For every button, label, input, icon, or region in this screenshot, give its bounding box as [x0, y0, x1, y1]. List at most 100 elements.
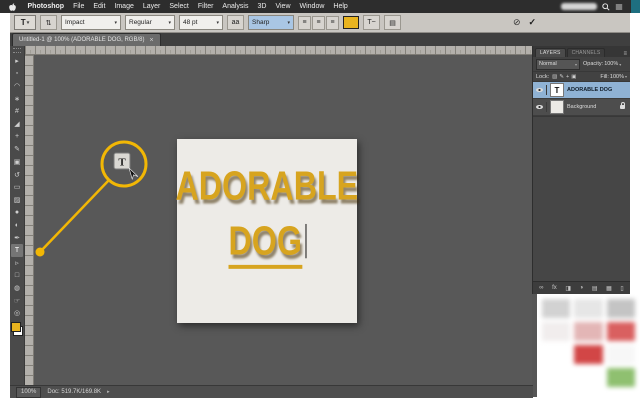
crop-tool[interactable]: #	[11, 105, 23, 118]
align-center-button[interactable]: ≡	[312, 16, 325, 30]
anti-alias-select[interactable]: Sharp ▾	[248, 15, 294, 30]
type-tool[interactable]: T	[11, 244, 23, 257]
eraser-tool[interactable]: ▭	[11, 181, 23, 194]
status-options-arrow[interactable]: ▸	[107, 389, 110, 395]
menu-analysis[interactable]: Analysis	[218, 3, 253, 10]
blurred-content-block	[574, 345, 602, 364]
menu-view[interactable]: View	[271, 3, 295, 10]
delete-layer-icon[interactable]: ▯	[620, 285, 623, 292]
blur-tool[interactable]: ●	[11, 206, 23, 219]
layer-row-adorable-dog[interactable]: TADORABLE DOG	[533, 82, 630, 99]
dodge-tool[interactable]: ◐	[11, 219, 23, 232]
link-layers-icon[interactable]: ∞	[539, 285, 543, 291]
warp-text-button[interactable]: T~	[363, 15, 380, 30]
healing-brush-tool[interactable]: +	[11, 131, 23, 144]
canvas-text-line-1: ADORABLE	[176, 165, 359, 206]
path-selection-tool[interactable]: ▹	[11, 257, 23, 270]
layer-group-icon[interactable]: ▤	[592, 285, 598, 292]
text-color-swatch[interactable]	[343, 16, 359, 29]
zoom-level-field[interactable]: 100%	[16, 387, 41, 398]
layer-mask-icon[interactable]: ◨	[565, 285, 571, 292]
shape-tool[interactable]: □	[11, 269, 23, 282]
commit-edit-button[interactable]: ✓	[529, 17, 537, 28]
layer-effects-icon[interactable]: fx	[552, 285, 557, 291]
layers-empty-area	[533, 117, 630, 281]
menu-filter[interactable]: Filter	[193, 3, 218, 10]
move-tool[interactable]: ▸	[11, 55, 23, 68]
cancel-edit-button[interactable]: ⊘	[513, 17, 521, 28]
menu-window[interactable]: Window	[295, 3, 329, 10]
lock-transparency-icon[interactable]: ▨	[552, 74, 557, 80]
3d-rotate-tool[interactable]: ◍	[11, 282, 23, 295]
panel-grip[interactable]	[13, 48, 21, 53]
blend-mode-value: Normal	[539, 61, 557, 67]
menu-photoshop[interactable]: Photoshop	[23, 3, 69, 10]
font-size-select[interactable]: 48 pt ▾	[179, 15, 223, 30]
zoom-tool[interactable]: ◎	[11, 307, 23, 320]
menu-3d[interactable]: 3D	[253, 3, 271, 10]
blurred-content-block	[542, 322, 570, 341]
document-area: ADORABLE DOG T	[25, 46, 532, 385]
apple-menu-icon[interactable]	[8, 2, 17, 12]
tool-preset-glyph: T	[21, 18, 26, 27]
tab-channels[interactable]: CHANNELS	[567, 48, 606, 57]
font-style-select[interactable]: Regular ▾	[125, 15, 175, 30]
eyedropper-tool[interactable]: ◢	[11, 118, 23, 131]
canvas-viewport[interactable]: ADORABLE DOG T	[34, 55, 532, 385]
menu-select[interactable]: Select	[165, 3, 193, 10]
blurred-content-block	[607, 299, 635, 318]
panel-tabs: LAYERS CHANNELS ≡	[533, 46, 630, 57]
hand-tool[interactable]: ☞	[11, 294, 23, 307]
blurred-content-block	[607, 345, 635, 364]
toggle-panels-button[interactable]: ▤	[384, 15, 401, 30]
layer-thumbnail[interactable]: T	[550, 83, 564, 97]
layer-visibility-icon[interactable]	[535, 102, 547, 112]
layer-thumbnail[interactable]	[550, 100, 564, 114]
blurred-content-block	[542, 368, 570, 387]
document-tab[interactable]: Untitled-1 @ 100% (ADORABLE DOG, RGB/8) …	[12, 33, 161, 46]
menu-edit[interactable]: Edit	[89, 3, 110, 10]
layers-panel: LAYERS CHANNELS ≡ Normal ▾ Opacity: 100%…	[532, 46, 630, 294]
align-right-button[interactable]: ≡	[326, 16, 339, 30]
document-canvas[interactable]: ADORABLE DOG	[177, 139, 357, 323]
current-tool-preset[interactable]: T ▾	[14, 15, 36, 30]
clone-stamp-tool[interactable]: ▣	[11, 156, 23, 169]
brush-tool[interactable]: ✎	[11, 143, 23, 156]
opacity-label: Opacity:	[583, 61, 603, 67]
opacity-control[interactable]: Opacity: 100% ▾	[583, 61, 621, 67]
quick-selection-tool[interactable]: ∗	[11, 93, 23, 106]
menu-layer[interactable]: Layer	[138, 3, 165, 10]
new-layer-icon[interactable]: ▦	[606, 285, 612, 292]
adjustment-layer-icon[interactable]: ◑	[580, 285, 584, 291]
lock-pixels-icon[interactable]: ✎	[559, 74, 564, 80]
lasso-tool[interactable]: ◠	[11, 80, 23, 93]
notification-list-icon[interactable]	[615, 3, 623, 11]
blend-mode-select[interactable]: Normal ▾	[536, 59, 580, 70]
lock-position-icon[interactable]: +	[566, 74, 569, 80]
foreground-color-swatch[interactable]	[11, 322, 21, 332]
edit-commit-group: ⊘ ✓	[513, 17, 536, 28]
pen-tool[interactable]: ✒	[11, 231, 23, 244]
layer-visibility-icon[interactable]	[535, 85, 547, 95]
tab-layers[interactable]: LAYERS	[535, 48, 566, 57]
text-orientation-button[interactable]: ⇅	[40, 15, 57, 30]
history-brush-tool[interactable]: ↺	[11, 168, 23, 181]
align-left-button[interactable]: ≡	[298, 16, 311, 30]
close-tab-icon[interactable]: ×	[149, 37, 153, 44]
font-family-select[interactable]: Impact ▾	[61, 15, 121, 30]
font-family-value: Impact	[65, 19, 85, 26]
color-swatch-widget	[11, 322, 23, 336]
menu-file[interactable]: File	[69, 3, 89, 10]
spotlight-search-icon[interactable]	[602, 3, 610, 11]
marquee-tool[interactable]: ▫	[11, 68, 23, 81]
page-fragment-bottom-right	[537, 294, 640, 400]
menu-help[interactable]: Help	[329, 3, 352, 10]
gradient-tool[interactable]: ▨	[11, 194, 23, 207]
type-tool-cursor-icon: T	[114, 153, 138, 179]
fill-control[interactable]: Fill: 100% ▾	[600, 74, 627, 80]
lock-all-icon[interactable]: ▣	[571, 74, 576, 80]
layer-row-background[interactable]: Background	[533, 99, 630, 116]
menu-image[interactable]: Image	[110, 3, 138, 10]
align-buttons: ≡≡≡	[298, 16, 339, 30]
blurred-content-block	[607, 368, 635, 387]
